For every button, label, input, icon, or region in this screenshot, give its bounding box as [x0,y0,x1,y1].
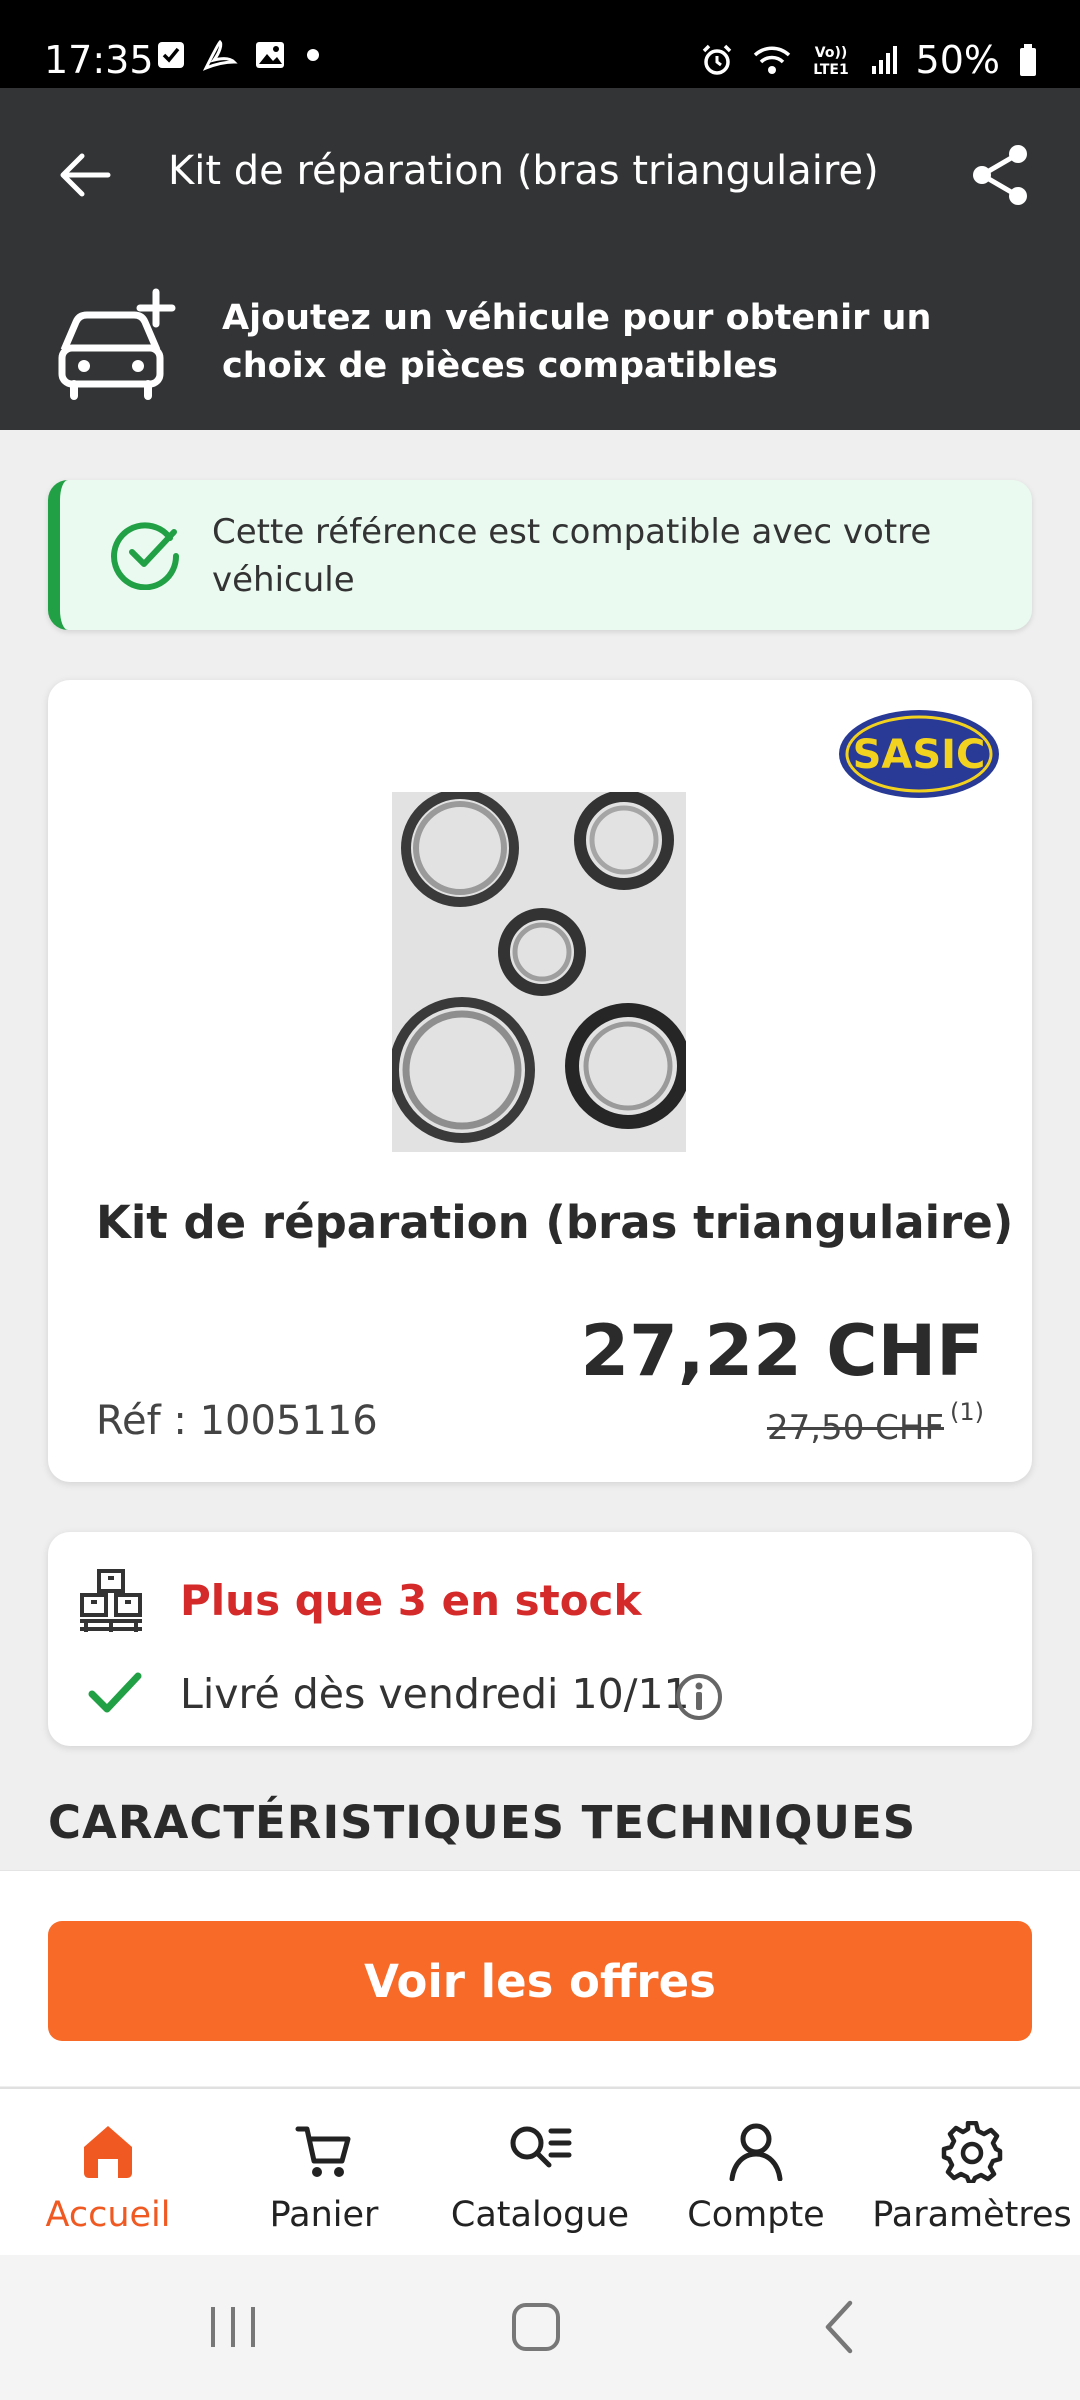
technical-specs-heading: CARACTÉRISTIQUES TECHNIQUES [48,1796,917,1849]
boxes-stock-icon [80,1569,142,1632]
nav-item-parametres[interactable]: Paramètres [864,2089,1080,2257]
nav-item-catalogue[interactable]: Catalogue [432,2089,648,2257]
gallery-icon [256,42,284,68]
stock-card: Plus que 3 en stock Livré dès vendredi 1… [48,1532,1032,1746]
share-icon [973,145,1027,205]
nav-item-accueil[interactable]: Accueil [0,2089,216,2257]
product-price: 27,22 CHF [580,1310,984,1392]
nav-label-compte: Compte [687,2195,825,2235]
battery-icon [1020,44,1036,76]
product-name: Kit de réparation (bras triangulaire) [96,1196,1014,1249]
app-bar: Kit de réparation (bras triangulaire) [0,88,1080,258]
info-icon[interactable] [674,1672,724,1722]
recent-apps-icon[interactable] [193,2295,273,2359]
product-card: SASIC Kit de réparation (bras triangulai… [48,680,1032,1482]
share-button[interactable] [966,140,1036,210]
bearing-rings-image [392,792,686,1152]
compatibility-text: Cette référence est compatible avec votr… [212,512,932,600]
delivery-date-text: Livré dès vendredi 10/11 [180,1670,690,1718]
price-footnote[interactable]: (1) [950,1398,984,1426]
wifi-icon [753,46,790,74]
view-offers-button[interactable]: Voir les offres [48,1921,1032,2041]
add-car-icon [58,288,176,400]
compatibility-notice: Cette référence est compatible avec votr… [48,480,1032,630]
product-old-price: 27,50 CHF [766,1408,944,1448]
check-icon [88,1672,142,1713]
nav-label-panier: Panier [269,2195,379,2235]
volte-icon: Vo)) LTE1 [813,45,848,78]
back-nav-icon[interactable] [800,2295,880,2359]
home-icon [84,2126,132,2178]
alarm-icon [702,44,731,75]
status-bar: 17:35 Vo)) LTE1 50% [0,0,1080,88]
volte-line1: Vo)) [814,45,846,61]
gear-icon [941,2121,1003,2183]
system-navigation-bar [0,2255,1080,2400]
volte-line2: LTE1 [813,62,848,78]
back-button[interactable] [50,140,120,210]
check-circle-icon [111,522,180,590]
pdf-icon [202,39,238,71]
product-reference: Réf : 1005116 [96,1398,378,1444]
battery-percent: 50% [915,38,1000,82]
product-image [392,792,686,1152]
status-time: 17:35 [44,38,154,82]
page-title: Kit de réparation (bras triangulaire) [168,148,879,194]
home-button-icon[interactable] [496,2295,576,2359]
status-icons-left [156,38,324,72]
catalog-search-icon [510,2126,572,2168]
nav-label-catalogue: Catalogue [450,2195,630,2235]
nav-item-panier[interactable]: Panier [216,2089,432,2257]
add-vehicle-banner[interactable]: Ajoutez un véhicule pour obtenir un choi… [0,258,1080,430]
bottom-navigation: Accueil Panier Catalogue Compte Paramètr… [0,2087,1080,2255]
add-vehicle-text: Ajoutez un véhicule pour obtenir un choi… [222,298,932,386]
dot-icon [307,49,319,61]
nav-label-parametres: Paramètres [872,2195,1072,2235]
stock-level-text: Plus que 3 en stock [180,1576,642,1625]
sasic-brand-logo: SASIC [839,710,999,798]
cart-icon [295,2126,351,2177]
nav-label-accueil: Accueil [45,2195,171,2235]
account-icon [729,2123,783,2181]
signal-icon [871,46,897,74]
nav-item-compte[interactable]: Compte [648,2089,864,2257]
cta-bar: Voir les offres [0,1870,1080,2086]
status-icons-right: Vo)) LTE1 50% [700,38,1038,82]
checkbox-icon [158,42,184,68]
brand-name: SASIC [853,732,986,778]
arrow-left-icon [60,153,111,197]
